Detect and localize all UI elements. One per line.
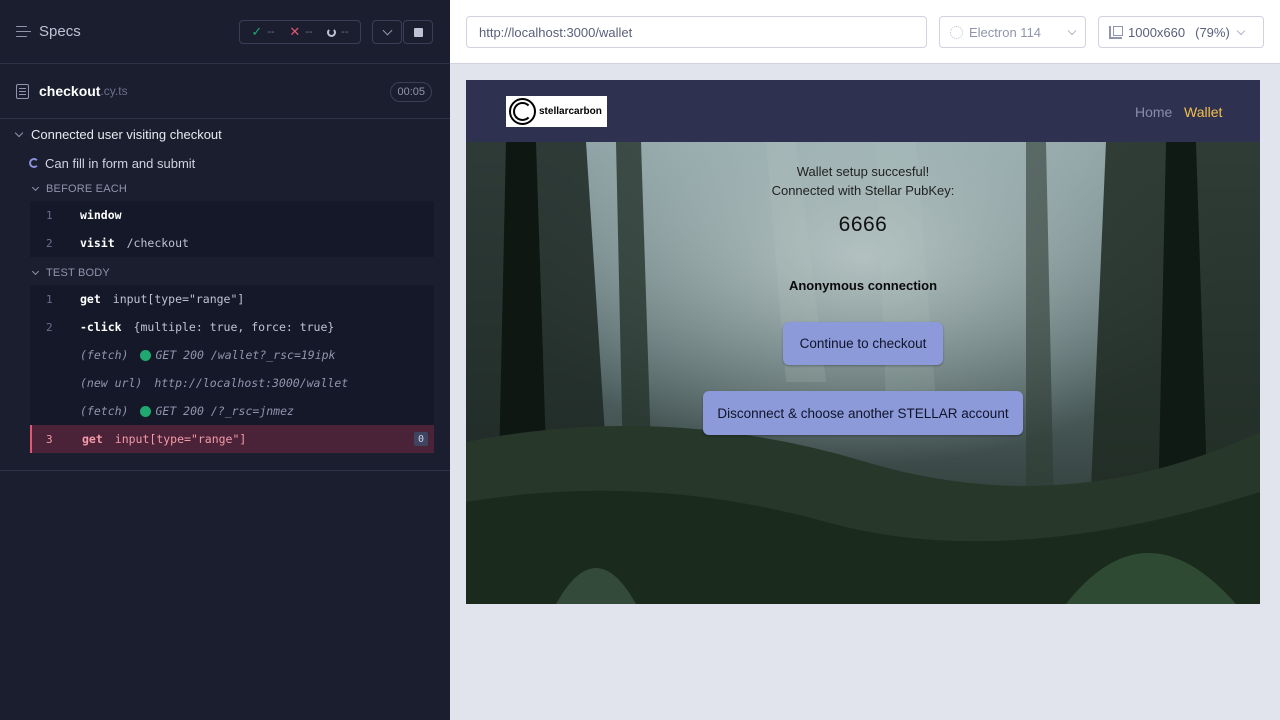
pubkey-value: 6666 xyxy=(838,213,888,236)
command-row[interactable]: 2 visit /checkout xyxy=(30,229,434,257)
failed-stat: ✕ -- xyxy=(289,24,313,39)
aut-header: Electron 114 1000x660 (79%) xyxy=(450,0,1280,64)
reporter-header: Specs ✓ -- ✕ -- -- xyxy=(0,0,450,64)
command-row[interactable]: 1 window xyxy=(30,201,434,229)
hook-label: BEFORE EACH xyxy=(46,183,128,195)
test-stats: ✓ -- ✕ -- -- xyxy=(239,20,361,44)
electron-icon xyxy=(950,25,963,39)
check-icon: ✓ xyxy=(251,24,263,39)
continue-to-checkout-button[interactable]: Continue to checkout xyxy=(783,322,943,365)
failing-command-row[interactable]: 3 get input[type="range"] 0 xyxy=(30,425,434,453)
pending-stat: -- xyxy=(327,26,349,38)
url-bar[interactable] xyxy=(466,16,927,48)
divider xyxy=(0,470,450,471)
forest-background-image xyxy=(466,142,1260,604)
test-body-hook[interactable]: TEST BODY xyxy=(0,261,450,285)
connected-text: Connected with Stellar PubKey: xyxy=(771,183,955,198)
caret-down-icon xyxy=(31,267,40,276)
command-row[interactable]: 1 get input[type="range"] xyxy=(30,285,434,313)
stop-button[interactable] xyxy=(403,20,433,44)
spec-name: checkout xyxy=(39,83,101,99)
spec-extension: .cy.ts xyxy=(100,84,128,98)
stop-icon xyxy=(413,27,423,37)
spec-title-row: checkout .cy.ts 00:05 xyxy=(0,64,450,119)
event-row[interactable]: (new url) http://localhost:3000/wallet xyxy=(30,369,434,397)
specs-label: Specs xyxy=(39,23,81,40)
status-dot-icon xyxy=(140,405,152,417)
specs-list-icon xyxy=(16,25,31,38)
caret-down-icon xyxy=(14,128,24,138)
chevron-down-icon xyxy=(1236,26,1246,35)
connection-type: Anonymous connection xyxy=(788,278,938,293)
logo-icon xyxy=(509,98,536,125)
file-icon xyxy=(16,83,29,99)
app-navbar: stellarcarbon Home Wallet xyxy=(466,80,1260,142)
viewport-icon xyxy=(1109,25,1123,39)
specs-toggle[interactable]: Specs xyxy=(16,23,81,40)
suite-label: Connected user visiting checkout xyxy=(31,127,222,142)
setup-success-text: Wallet setup succesful! xyxy=(796,164,930,179)
chevron-down-icon xyxy=(382,25,392,36)
spec-duration: 00:05 xyxy=(390,82,432,102)
event-row[interactable]: (fetch) GET 200 /wallet?_rsc=19ipk xyxy=(30,341,434,369)
caret-down-icon xyxy=(31,183,40,192)
nav-link-wallet[interactable]: Wallet xyxy=(1184,104,1222,120)
passed-stat: ✓ -- xyxy=(251,24,275,39)
before-each-hook[interactable]: BEFORE EACH xyxy=(0,177,450,201)
before-each-commands: 1 window 2 visit /checkout xyxy=(30,201,434,257)
element-count-badge: 0 xyxy=(414,432,428,446)
hook-label: TEST BODY xyxy=(46,267,110,279)
test-title[interactable]: Can fill in form and submit xyxy=(0,149,450,177)
cross-icon: ✕ xyxy=(289,24,301,39)
pending-icon xyxy=(327,27,337,37)
suite-title[interactable]: Connected user visiting checkout xyxy=(0,120,450,149)
running-spinner-icon xyxy=(29,158,39,168)
test-label: Can fill in form and submit xyxy=(45,155,196,171)
disconnect-button[interactable]: Disconnect & choose another STELLAR acco… xyxy=(703,391,1023,435)
event-row[interactable]: (fetch) GET 200 /?_rsc=jnmez xyxy=(30,397,434,425)
viewport-selector[interactable]: 1000x660 (79%) xyxy=(1098,16,1264,48)
stellarcarbon-logo[interactable]: stellarcarbon xyxy=(506,96,607,127)
status-dot-icon xyxy=(140,349,152,361)
app-under-test: stellarcarbon Home Wallet Wallet setup s… xyxy=(466,80,1260,604)
auto-scroll-button[interactable] xyxy=(372,20,402,44)
logo-text: stellarcarbon xyxy=(539,106,602,117)
nav-link-home[interactable]: Home xyxy=(1135,104,1172,120)
viewport-size: 1000x660 xyxy=(1128,24,1186,40)
chevron-down-icon xyxy=(1067,26,1077,35)
command-row[interactable]: 2 -click {multiple: true, force: true} xyxy=(30,313,434,341)
test-body-commands: 1 get input[type="range"] 2 -click {mult… xyxy=(30,285,434,453)
command-log-panel: Specs ✓ -- ✕ -- -- checkout .cy.ts 00:05 C… xyxy=(0,0,450,720)
browser-selector[interactable]: Electron 114 xyxy=(939,16,1086,48)
viewport-zoom: (79%) xyxy=(1195,24,1230,40)
browser-label: Electron 114 xyxy=(969,24,1042,40)
